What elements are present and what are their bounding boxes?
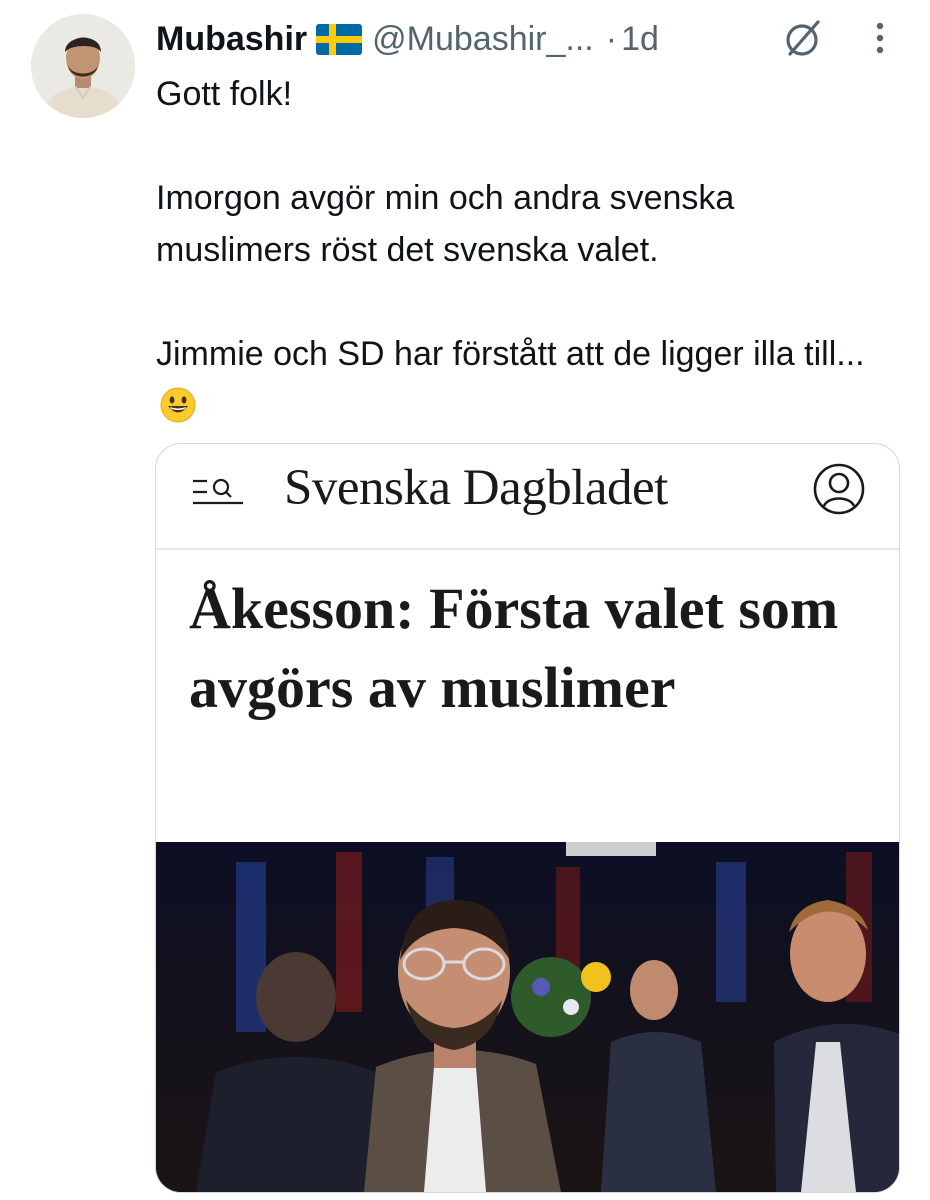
tweet-header: Mubashir @Mubashir_... · 1d [156, 14, 659, 64]
tweet-timestamp[interactable]: 1d [621, 20, 659, 59]
tweet-line-closing: Jimmie och SD har förstått att de ligger… [156, 328, 886, 432]
tweet-text: Gott folk! Imorgon avgör min och andra s… [156, 68, 886, 432]
tweet-line-closing-text: Jimmie och SD har förstått att de ligger… [156, 335, 865, 373]
newspaper-masthead: Svenska Dagbladet [156, 444, 899, 550]
account-icon [812, 462, 866, 516]
grinning-face-emoji-icon [159, 386, 197, 424]
author-handle[interactable]: @Mubashir_... [372, 20, 594, 59]
grok-icon[interactable] [782, 16, 826, 60]
article-headline: Åkesson: Första valet som avgörs av musl… [189, 576, 839, 720]
menu-search-icon [191, 472, 245, 512]
article-photo [156, 842, 899, 1192]
avatar[interactable] [31, 14, 135, 118]
more-options-icon[interactable] [862, 16, 898, 60]
author-name[interactable]: Mubashir [156, 20, 307, 59]
tweet-line-greeting: Gott folk! [156, 75, 293, 113]
swedish-flag-icon [316, 23, 363, 55]
separator-dot: · [605, 19, 618, 58]
link-preview-card[interactable]: Svenska Dagbladet Åkesson: Första valet … [155, 443, 900, 1193]
newspaper-brand: Svenska Dagbladet [284, 460, 668, 516]
tweet-line-statement: Imorgon avgör min och andra svenska musl… [156, 179, 735, 269]
